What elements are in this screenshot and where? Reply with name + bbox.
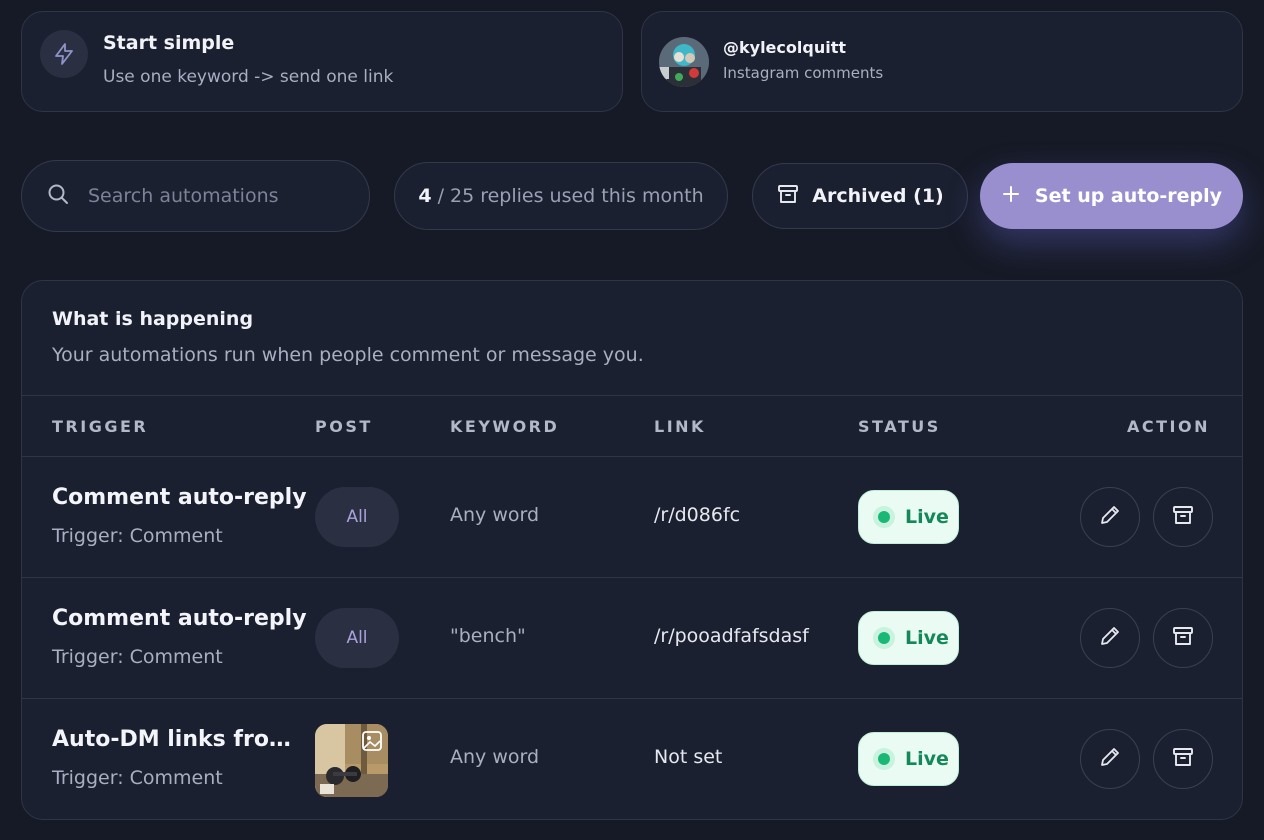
bolt-icon	[40, 30, 88, 78]
automation-title: Auto-DM links fro…	[52, 727, 291, 752]
column-keyword: KEYWORD	[450, 417, 560, 436]
post-thumbnail[interactable]	[315, 724, 388, 797]
archive-icon	[1171, 745, 1195, 773]
table-row[interactable]: Auto-DM links fro… Trigger: Comment Any …	[22, 699, 1242, 819]
account-card[interactable]: @kylecolquitt Instagram comments	[641, 11, 1243, 112]
panel-title: What is happening	[52, 308, 254, 330]
tip-title: Start simple	[103, 32, 235, 54]
pencil-icon	[1098, 503, 1122, 531]
post-all-pill: All	[315, 608, 399, 668]
column-trigger: TRIGGER	[52, 417, 149, 436]
usage-label: / 25 replies used this month	[437, 185, 704, 207]
usage-count: 4	[418, 185, 432, 207]
archive-icon	[776, 182, 800, 211]
table-header: TRIGGER POST KEYWORD LINK STATUS ACTION	[22, 395, 1242, 457]
status-badge: Live	[858, 732, 959, 786]
edit-button[interactable]	[1080, 729, 1140, 789]
link[interactable]: /r/d086fc	[654, 504, 740, 526]
account-source: Instagram comments	[723, 64, 884, 82]
keyword: Any word	[450, 746, 540, 768]
automation-title: Comment auto-reply	[52, 485, 307, 510]
usage-indicator: 4 / 25 replies used this month	[394, 162, 728, 230]
link[interactable]: /r/pooadfafsdasf	[654, 625, 809, 647]
live-dot-icon	[873, 627, 895, 649]
set-up-auto-reply-label: Set up auto-reply	[1034, 185, 1223, 207]
archive-button[interactable]	[1153, 487, 1213, 547]
search-box[interactable]	[21, 160, 370, 232]
automation-trigger: Trigger: Comment	[52, 767, 223, 789]
status-badge: Live	[858, 490, 959, 544]
column-action: ACTION	[1127, 417, 1210, 436]
keyword: "bench"	[450, 625, 526, 647]
automation-trigger: Trigger: Comment	[52, 525, 223, 547]
account-handle: @kylecolquitt	[723, 38, 846, 57]
archived-label: Archived (1)	[812, 185, 944, 207]
link: Not set	[654, 746, 723, 768]
archive-icon	[1171, 503, 1195, 531]
automations-panel: What is happening Your automations run w…	[21, 280, 1243, 820]
archive-icon	[1171, 624, 1195, 652]
tip-card: Start simple Use one keyword -> send one…	[21, 11, 623, 112]
search-icon	[46, 182, 70, 210]
archived-button[interactable]: Archived (1)	[752, 163, 968, 229]
archive-button[interactable]	[1153, 608, 1213, 668]
live-dot-icon	[873, 748, 895, 770]
status-label: Live	[905, 748, 949, 770]
column-link: LINK	[654, 417, 706, 436]
keyword: Any word	[450, 504, 540, 526]
status-label: Live	[905, 627, 949, 649]
archive-button[interactable]	[1153, 729, 1213, 789]
tip-subtitle: Use one keyword -> send one link	[103, 67, 394, 87]
table-row[interactable]: Comment auto-reply Trigger: Comment All …	[22, 578, 1242, 699]
post-all-pill: All	[315, 487, 399, 547]
edit-button[interactable]	[1080, 608, 1140, 668]
plus-icon	[1001, 184, 1021, 209]
status-badge: Live	[858, 611, 959, 665]
live-dot-icon	[873, 506, 895, 528]
edit-button[interactable]	[1080, 487, 1140, 547]
panel-subtitle: Your automations run when people comment…	[52, 344, 644, 366]
status-label: Live	[905, 506, 949, 528]
pencil-icon	[1098, 745, 1122, 773]
automation-title: Comment auto-reply	[52, 606, 307, 631]
column-status: STATUS	[858, 417, 941, 436]
column-post: POST	[315, 417, 373, 436]
search-input[interactable]	[88, 185, 338, 207]
pencil-icon	[1098, 624, 1122, 652]
avatar	[659, 37, 709, 87]
table-row[interactable]: Comment auto-reply Trigger: Comment All …	[22, 457, 1242, 578]
automation-trigger: Trigger: Comment	[52, 646, 223, 668]
set-up-auto-reply-button[interactable]: Set up auto-reply	[980, 163, 1243, 229]
